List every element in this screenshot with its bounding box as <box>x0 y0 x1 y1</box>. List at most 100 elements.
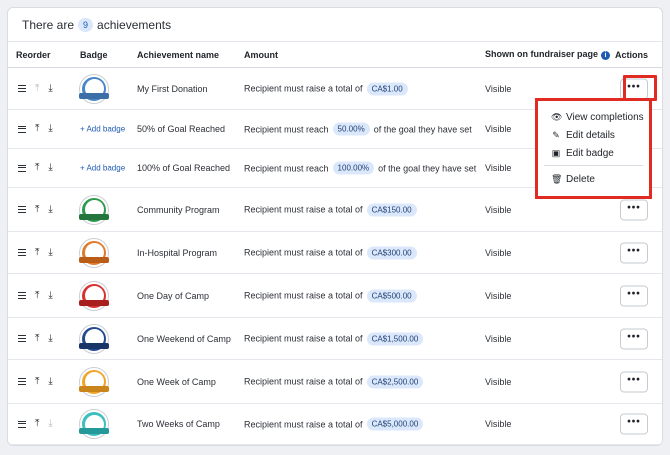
header-actions: Actions <box>614 49 648 60</box>
amount-value-pill: 100.00% <box>332 161 375 175</box>
achievement-name: 50% of Goal Reached <box>137 124 226 134</box>
drag-handle-icon[interactable] <box>18 125 26 133</box>
badge-ribbon <box>79 213 109 220</box>
visibility-status: Visible <box>485 419 512 429</box>
drag-handle-icon[interactable] <box>18 335 26 342</box>
amount-prefix: Recipient must raise a total of <box>244 83 363 94</box>
move-to-top-icon[interactable]: ⤒ <box>35 333 39 344</box>
menu-label-view-completions: View completions <box>566 111 644 123</box>
header-badge: Badge <box>80 49 108 60</box>
amount-value-pill: CA$2,500.00 <box>366 375 424 388</box>
achievement-name: Two Weeks of Camp <box>137 419 220 429</box>
more-actions-button[interactable]: ••• <box>620 413 648 435</box>
visibility-status: Visible <box>485 163 512 173</box>
header-amount: Amount <box>244 49 278 60</box>
visibility-status: Visible <box>485 124 512 134</box>
move-to-top-icon[interactable]: ⤒ <box>35 419 39 429</box>
move-to-top-icon[interactable]: ⤒ <box>35 163 39 173</box>
move-to-bottom-icon[interactable]: ⤓ <box>48 83 52 94</box>
menu-item-edit-badge[interactable]: ▣ Edit badge <box>538 144 649 162</box>
amount-prefix: Recipient must raise a total of <box>244 376 363 387</box>
amount-value-pill: CA$5,000.00 <box>366 417 424 431</box>
move-to-bottom-icon[interactable]: ⤓ <box>48 204 52 215</box>
table-row: ⤒ ⤓ One Weekend of Camp Recipient must rais… <box>8 318 662 360</box>
drag-handle-icon[interactable] <box>18 206 26 213</box>
menu-item-edit-details[interactable]: ✎ Edit details <box>538 126 649 144</box>
badge-cell <box>79 238 109 267</box>
table-row: ⤒ ⤓ In-Hospital Program Recipient must rais… <box>8 232 662 274</box>
more-actions-button[interactable]: ••• <box>620 285 648 306</box>
amount-value-pill: CA$1,500.00 <box>366 332 424 345</box>
reorder-controls: ⤒ ⤓ <box>18 204 53 215</box>
move-to-top-icon[interactable]: ⤒ <box>35 83 39 94</box>
move-to-bottom-icon[interactable]: ⤓ <box>48 419 52 429</box>
drag-handle-icon[interactable] <box>18 292 26 299</box>
pencil-icon: ✎ <box>552 129 560 140</box>
actions-cell: ••• <box>620 199 648 220</box>
more-actions-button[interactable]: ••• <box>620 371 648 392</box>
move-to-top-icon[interactable]: ⤒ <box>35 376 39 387</box>
amount-cell: Recipient must raise a total of CA$500.00 <box>244 289 421 302</box>
amount-cell: Recipient must reach 100.00% of the goal t… <box>244 161 477 175</box>
drag-handle-icon[interactable] <box>18 420 26 428</box>
menu-label-edit-details: Edit details <box>566 129 615 141</box>
amount-value-pill: 50.00% <box>332 122 370 136</box>
badge-cell <box>79 324 109 353</box>
actions-cell: ••• <box>620 413 648 435</box>
achievement-badge-image <box>79 74 109 103</box>
amount-prefix: Recipient must raise a total of <box>244 419 363 429</box>
reorder-controls: ⤒ ⤓ <box>18 419 53 429</box>
badge-cell <box>79 281 109 310</box>
visibility-status: Visible <box>485 333 512 344</box>
amount-value-pill: CA$1.00 <box>366 82 408 95</box>
badge-ribbon <box>79 342 109 349</box>
amount-value-pill: CA$150.00 <box>366 203 417 216</box>
more-actions-button[interactable]: ••• <box>620 78 648 99</box>
move-to-bottom-icon[interactable]: ⤓ <box>48 124 52 134</box>
badge-cell <box>79 367 109 396</box>
badge-cell <box>79 410 109 438</box>
drag-handle-icon[interactable] <box>18 164 26 172</box>
menu-item-delete[interactable]: 🗑 Delete <box>538 170 649 188</box>
move-to-top-icon[interactable]: ⤒ <box>35 124 39 134</box>
amount-cell: Recipient must raise a total of CA$150.00 <box>244 203 421 216</box>
reorder-controls: ⤒ ⤓ <box>18 83 53 94</box>
reorder-controls: ⤒ ⤓ <box>18 124 53 134</box>
more-actions-button[interactable]: ••• <box>620 199 648 220</box>
menu-label-delete: Delete <box>566 173 595 185</box>
badge-ribbon <box>79 256 109 263</box>
move-to-bottom-icon[interactable]: ⤓ <box>48 290 52 301</box>
move-to-bottom-icon[interactable]: ⤓ <box>48 163 52 173</box>
drag-handle-icon[interactable] <box>18 249 26 256</box>
move-to-bottom-icon[interactable]: ⤓ <box>48 333 52 344</box>
move-to-top-icon[interactable]: ⤒ <box>35 247 39 258</box>
summary-suffix: achievements <box>97 17 172 32</box>
move-to-top-icon[interactable]: ⤒ <box>35 290 39 301</box>
more-actions-button[interactable]: ••• <box>620 328 648 349</box>
amount-prefix: Recipient must raise a total of <box>244 333 363 344</box>
drag-handle-icon[interactable] <box>18 378 26 385</box>
info-icon[interactable]: i <box>601 50 611 60</box>
more-actions-button[interactable]: ••• <box>620 242 648 263</box>
amount-prefix: Recipient must raise a total of <box>244 204 363 215</box>
drag-handle-icon[interactable] <box>18 85 26 92</box>
move-to-top-icon[interactable]: ⤒ <box>35 204 39 215</box>
achievement-name: One Day of Camp <box>137 290 210 301</box>
badge-ribbon <box>79 299 109 306</box>
achievement-count-badge: 9 <box>78 17 94 32</box>
amount-cell: Recipient must raise a total of CA$2,500.… <box>244 375 427 388</box>
move-to-bottom-icon[interactable]: ⤓ <box>48 376 52 387</box>
reorder-controls: ⤒ ⤓ <box>18 247 53 258</box>
menu-item-view-completions[interactable]: 👁 View completions <box>538 108 649 126</box>
visibility-status: Visible <box>485 247 512 258</box>
achievement-name: 100% of Goal Reached <box>137 163 231 173</box>
reorder-controls: ⤒ ⤓ <box>18 290 53 301</box>
add-badge-link[interactable]: + Add badge <box>80 125 125 134</box>
amount-suffix: of the goal they have set <box>378 163 477 173</box>
visibility-status: Visible <box>485 83 512 94</box>
badge-cell <box>79 195 109 224</box>
amount-cell: Recipient must reach 50.00% of the goal th… <box>244 122 472 136</box>
move-to-bottom-icon[interactable]: ⤓ <box>48 247 52 258</box>
summary-prefix: There are <box>22 17 75 32</box>
add-badge-link[interactable]: + Add badge <box>80 164 125 173</box>
